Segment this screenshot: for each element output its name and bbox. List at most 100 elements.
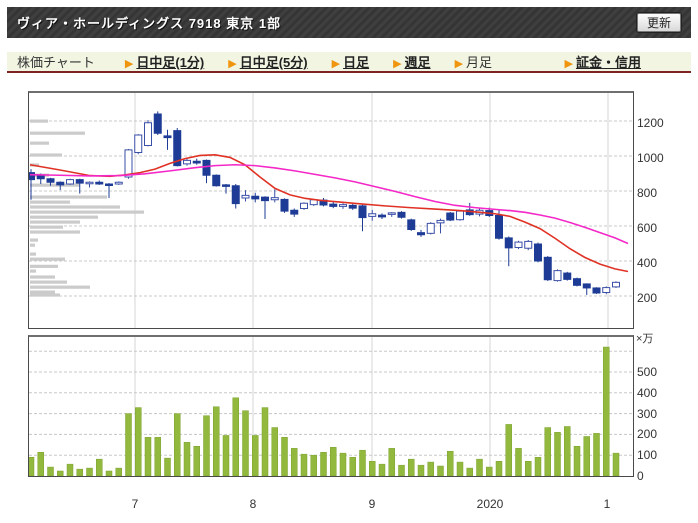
x-axis-label: 1: [603, 497, 611, 511]
volume-at-price-bar: [30, 215, 98, 219]
price-axis-label: 600: [637, 221, 658, 235]
volume-bar: [86, 467, 93, 476]
volume-bar: [447, 450, 454, 476]
volume-at-price-bar: [30, 269, 36, 273]
price-axis-label: 800: [637, 186, 658, 200]
volume-bar: [437, 465, 444, 476]
candle-up: [612, 281, 620, 288]
candle-down: [261, 196, 269, 202]
volume-axis-label: 100: [637, 448, 658, 463]
nav-arrow-icon: ▶: [454, 58, 464, 70]
x-axis-label: 9: [368, 497, 376, 511]
x-axis-label: 7: [131, 497, 139, 511]
volume-bar: [47, 466, 54, 476]
candle-up: [368, 213, 377, 217]
volume-bar: [125, 413, 132, 476]
candle-down: [29, 172, 35, 181]
candle-down: [407, 219, 416, 230]
volume-bar: [96, 458, 103, 476]
volume-bar: [593, 433, 600, 476]
volume-at-price-bar: [30, 252, 36, 256]
price-axis-label: 1200: [637, 116, 664, 130]
candle-down: [46, 178, 55, 183]
candle-down: [397, 211, 406, 218]
volume-bar: [271, 427, 278, 476]
candle-down: [192, 160, 201, 164]
volume-at-price-bar: [30, 131, 85, 135]
volume-bar: [398, 464, 405, 476]
price-axis-label: 1000: [637, 151, 664, 165]
volume-bar: [476, 458, 483, 476]
nav-item-1[interactable]: ▶ 日中足(1分): [125, 52, 204, 71]
volume-bar: [554, 432, 561, 476]
volume-bar: [37, 452, 44, 476]
volume-bar: [300, 453, 308, 476]
nav-item-label: 週足: [404, 55, 431, 70]
candle-down: [222, 184, 230, 187]
candle-up: [436, 219, 445, 224]
volume-bar: [115, 467, 122, 476]
volume-bar: [456, 461, 464, 476]
nav-arrow-icon: ▶: [124, 58, 134, 70]
nav-item-3[interactable]: ▶ 日足: [332, 52, 369, 71]
volume-bar: [612, 452, 620, 476]
page: ヴィア・ホールディングス 7918 東京 1部 更新 株価チャート ▶ 日中足(1…: [0, 0, 698, 523]
volume-bar: [349, 457, 356, 476]
nav-arrow-icon: ▶: [564, 58, 573, 70]
candle-down: [329, 203, 338, 207]
volume-at-price-bar: [30, 280, 67, 284]
candle-up: [387, 212, 396, 215]
volume-bar: [291, 448, 298, 476]
volume-bar: [525, 460, 532, 476]
candle-down: [378, 214, 386, 218]
candle-down: [36, 174, 45, 180]
volume-bar: [573, 446, 581, 476]
volume-bar: [183, 442, 191, 476]
candle-up: [514, 241, 523, 249]
volume-bar: [261, 407, 269, 476]
nav-item-6[interactable]: ▶ 証金・信用: [565, 52, 641, 71]
nav-item-4[interactable]: ▶ 週足: [393, 52, 430, 71]
volume-bar: [154, 437, 161, 476]
candle-up: [426, 222, 435, 234]
candle-up: [602, 287, 611, 294]
candle-down: [495, 215, 503, 239]
nav-item-label: 月足: [466, 55, 493, 70]
volume-at-price-bar: [30, 275, 55, 279]
nav-item-5: ▶ 月足: [455, 52, 492, 71]
candle-down: [582, 283, 591, 289]
volume-bar: [583, 436, 590, 476]
candle-down: [280, 198, 289, 212]
volume-bar: [281, 437, 288, 476]
volume-bar: [57, 470, 64, 476]
candle-down: [348, 204, 357, 209]
candle-down: [417, 232, 425, 236]
volume-bar: [174, 413, 181, 476]
refresh-button[interactable]: 更新: [636, 13, 681, 32]
volume-at-price-bar: [30, 230, 80, 234]
volume-at-price-bar: [30, 257, 65, 261]
nav-item-2[interactable]: ▶ 日中足(5分): [228, 52, 307, 71]
candle-up: [124, 149, 133, 178]
volume-bar: [213, 406, 220, 476]
volume-bar: [310, 454, 317, 476]
volume-at-price-bar: [30, 220, 80, 224]
candle-down: [231, 185, 240, 205]
volume-bar: [76, 468, 83, 476]
candle-down: [105, 183, 113, 186]
candle-down: [153, 113, 162, 134]
candle-up: [456, 210, 464, 221]
volume-at-price-bar: [30, 285, 90, 289]
volume-axis-label: 0: [637, 469, 644, 483]
nav-item-label: 日中足(5分): [239, 55, 308, 70]
volume-axis-label: 500: [637, 365, 658, 379]
volume-bar: [534, 457, 542, 476]
candle-down: [95, 181, 104, 185]
price-chart: [29, 93, 633, 328]
nav-arrow-icon: ▶: [331, 58, 341, 70]
volume-at-price-bar: [30, 195, 107, 199]
volume-at-price-bar: [30, 200, 70, 204]
candle-down: [534, 243, 542, 262]
nav-arrow-icon: ▶: [228, 58, 237, 70]
volume-bar: [164, 457, 171, 476]
